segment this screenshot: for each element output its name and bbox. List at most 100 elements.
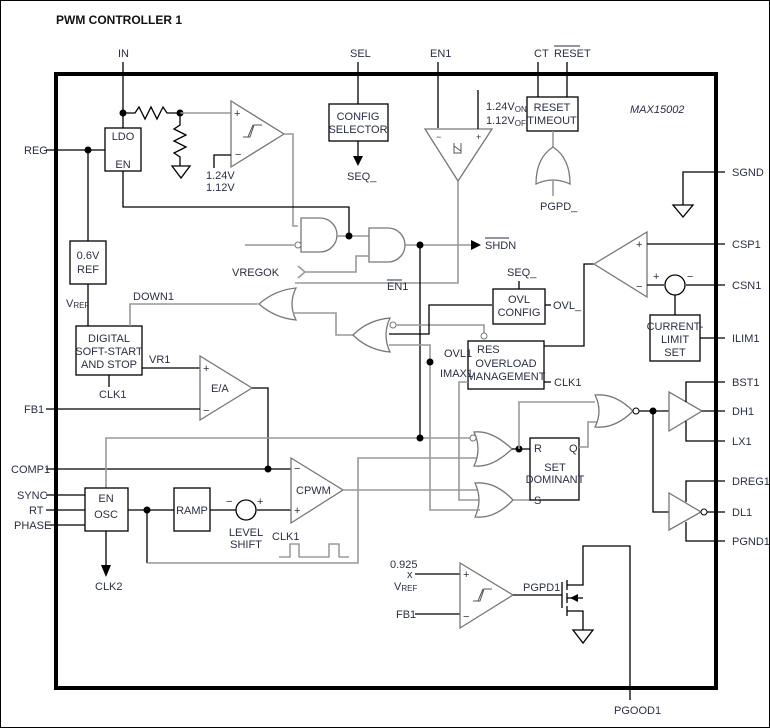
plus-sign: + [234, 108, 240, 120]
wire-osc-inputs [46, 494, 85, 526]
or-gate-set [474, 482, 514, 518]
en1-v-off: 1.12VOFF [486, 115, 531, 128]
pin-ilim1: ILIM1 [732, 333, 760, 345]
vregok-label: VREGOK [232, 267, 280, 279]
minus-sign: − [226, 496, 232, 508]
config-selector-label-2: SELECTOR [328, 124, 387, 136]
summing-node [664, 274, 686, 296]
pin-in: IN [118, 48, 129, 60]
soft-start-label-3: AND STOP [81, 359, 137, 371]
plus-sign: + [636, 239, 642, 251]
wire-to-low-driver [652, 411, 669, 513]
wire-sgnd [682, 171, 716, 205]
ldo-label: LDO [112, 131, 135, 143]
pin-sgnd: SGND [732, 167, 764, 179]
arrow-down-icon [353, 156, 363, 166]
pin-phase: PHASE [14, 520, 51, 532]
arrow-down-icon [101, 565, 111, 577]
inverter-bubble [469, 434, 477, 442]
resistor-series [123, 105, 180, 121]
wire-ct-reset [537, 62, 568, 97]
ff-q-label: Q [569, 443, 578, 455]
vref-label: VREF [66, 298, 89, 310]
pg-vref-label: VREF [394, 581, 417, 593]
pin-en1: EN1 [430, 48, 451, 60]
ff-label-2: DOMINANT [526, 474, 585, 486]
wire-ovl-config [389, 304, 492, 335]
inverter-bubble [480, 332, 488, 340]
inverter-bubble [294, 241, 302, 249]
pin-pgnd1: PGND1 [732, 536, 770, 548]
pin-bst1: BST1 [732, 377, 760, 389]
ramp-label: RAMP [176, 505, 208, 517]
pin-sel: SEL [350, 48, 371, 60]
reset-timeout-label-2: TIMEOUT [527, 115, 577, 127]
pg-fb1-label: FB1 [396, 609, 416, 621]
wire-or-in [293, 312, 353, 336]
ground-icon [170, 165, 192, 180]
or-gate-pgpd [535, 146, 571, 186]
minus-sign: − [636, 281, 642, 293]
junction [345, 232, 353, 240]
wire-osc-en [105, 437, 473, 488]
pgpd-label: PGPD_ [540, 201, 578, 213]
pin-comp1: COMP1 [11, 464, 50, 476]
osc-en-label: EN [98, 493, 113, 505]
clk1-wave-label: CLK1 [272, 531, 300, 543]
reset-timeout-label-1: RESET [534, 102, 571, 114]
imax1-label: IMAX1 [440, 368, 473, 380]
clk1-ovl-label: CLK1 [554, 377, 582, 389]
clock-waveform-icon [279, 543, 349, 558]
current-limit-label-2: LIMIT [661, 334, 689, 346]
minus-sign: − [463, 611, 469, 623]
low-side-driver [668, 491, 703, 532]
osc-label: OSC [94, 509, 118, 521]
or-gate-reset [473, 431, 513, 467]
clk2-label: CLK2 [95, 581, 123, 593]
seq-output-label: SEQ_ [347, 171, 377, 183]
soft-start-label-2: SOFT-START [75, 346, 143, 358]
inverter-bubble [389, 321, 397, 329]
block-diagram: PWM CONTROLLER 1 MAX15002 IN SEL EN1 CT … [11, 13, 770, 717]
current-limit-label-3: SET [664, 347, 686, 359]
plus-sign: + [294, 505, 300, 517]
wire-uvlo-out [284, 133, 298, 227]
inverter-bubble [632, 407, 640, 415]
pin-reset: RESET [554, 48, 591, 60]
minus-sign: − [294, 463, 300, 475]
minus-sign: − [235, 149, 241, 161]
or-gate-down1 [258, 287, 298, 321]
pin-reg: REG [24, 145, 48, 157]
uvlo-v-low: 1.12V [206, 182, 235, 194]
pin-csp1: CSP1 [732, 239, 761, 251]
minus-sign: − [203, 405, 209, 417]
and-gate-2 [368, 227, 406, 263]
ref-label-1: 0.6V [77, 250, 100, 262]
ff-r-label: R [534, 443, 542, 455]
ovl-config-label-1: OVL [508, 294, 530, 306]
and-gate-1 [300, 217, 338, 253]
en1-v-on: 1.24VON [486, 101, 527, 114]
level-shift-label-2: SHIFT [230, 539, 262, 551]
pg-k-label: 0.925 [390, 559, 418, 571]
resistor-shunt [172, 113, 188, 166]
chip-outline [54, 72, 718, 690]
down1-label: DOWN1 [133, 291, 174, 303]
or-gate-fault [352, 317, 392, 353]
wire-ovl1 [389, 344, 431, 438]
plus-sign: + [653, 271, 659, 283]
pin-ct: CT [534, 48, 549, 60]
pin-lx1: LX1 [732, 436, 752, 448]
junction [264, 465, 272, 473]
junction [416, 434, 424, 442]
diagram-title: PWM CONTROLLER 1 [56, 13, 182, 27]
plus-sign: + [257, 496, 263, 508]
ea-label: E/A [211, 383, 229, 395]
en1-bar-label: EN1 [387, 281, 408, 293]
config-selector-label-1: CONFIG [337, 111, 380, 123]
arrow-right-icon [471, 240, 481, 250]
cpwm-label: CPWM [296, 485, 331, 497]
seq-in-label: SEQ_ [507, 267, 537, 279]
wire-ea-out [252, 387, 269, 469]
wire-q [579, 421, 597, 448]
